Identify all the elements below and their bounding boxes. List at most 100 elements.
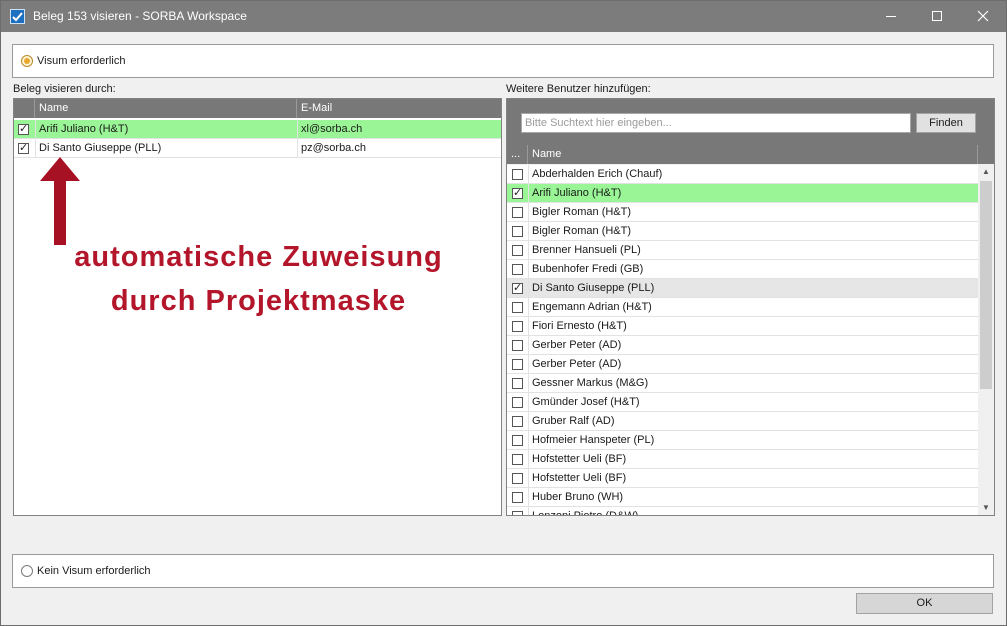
row-name: Abderhalden Erich (Chauf) [532, 168, 663, 180]
row-checkbox[interactable] [512, 473, 523, 484]
scroll-up-icon[interactable]: ▲ [982, 167, 990, 176]
row-name: Gruber Ralf (AD) [532, 415, 615, 427]
column-separator [528, 317, 529, 335]
row-name: Lonzoni Pietro (D&W) [532, 507, 638, 515]
header-email[interactable]: E-Mail [297, 99, 501, 118]
row-checkbox[interactable] [512, 302, 523, 313]
row-checkbox[interactable] [512, 359, 523, 370]
row-name: Fiori Ernesto (H&T) [532, 320, 627, 332]
row-name: Arifi Juliano (H&T) [532, 187, 622, 199]
header-select-column[interactable]: ... [507, 145, 528, 164]
title-bar[interactable]: Beleg 153 visieren - SORBA Workspace [1, 1, 1006, 32]
row-name: Hofmeier Hanspeter (PL) [532, 434, 655, 446]
close-icon[interactable] [960, 1, 1006, 32]
list-item[interactable]: Brenner Hansueli (PL) [507, 241, 978, 260]
row-checkbox[interactable] [512, 416, 523, 427]
list-item[interactable]: Lonzoni Pietro (D&W) [507, 507, 978, 515]
column-separator [528, 393, 529, 411]
right-heading: Weitere Benutzer hinzufügen: [506, 83, 651, 95]
list-item[interactable]: Gmünder Josef (H&T) [507, 393, 978, 412]
row-name: Di Santo Giuseppe (PLL) [532, 282, 655, 294]
annotation-arrow-icon [40, 157, 80, 245]
column-separator [528, 374, 529, 392]
list-item[interactable]: Bubenhofer Fredi (GB) [507, 260, 978, 279]
list-item[interactable]: Fiori Ernesto (H&T) [507, 317, 978, 336]
row-checkbox[interactable] [512, 321, 523, 332]
left-heading: Beleg visieren durch: [13, 83, 116, 95]
column-separator [297, 120, 298, 158]
kein-visum-label: Kein Visum erforderlich [37, 565, 151, 577]
list-item[interactable]: Gessner Markus (M&G) [507, 374, 978, 393]
list-item[interactable]: Bigler Roman (H&T) [507, 203, 978, 222]
column-separator [528, 260, 529, 278]
list-item[interactable]: Gruber Ralf (AD) [507, 412, 978, 431]
row-checkbox[interactable] [512, 264, 523, 275]
list-item[interactable]: Di Santo Giuseppe (PLL) [507, 279, 978, 298]
list-item[interactable]: Bigler Roman (H&T) [507, 222, 978, 241]
kein-visum-radio[interactable] [21, 565, 33, 577]
minimize-icon[interactable] [868, 1, 914, 32]
user-list: Abderhalden Erich (Chauf) Arifi Juliano (… [507, 165, 978, 515]
row-checkbox[interactable] [512, 454, 523, 465]
header-name[interactable]: Name [35, 99, 297, 118]
column-separator [528, 298, 529, 316]
column-separator [35, 120, 36, 158]
row-checkbox[interactable] [512, 378, 523, 389]
row-checkbox[interactable] [512, 207, 523, 218]
list-item[interactable]: Hofstetter Ueli (BF) [507, 450, 978, 469]
list-item[interactable]: Huber Bruno (WH) [507, 488, 978, 507]
ok-button[interactable]: OK [856, 593, 993, 614]
row-email: pz@sorba.ch [301, 142, 366, 154]
row-email: xl@sorba.ch [301, 123, 363, 135]
table-row[interactable]: Di Santo Giuseppe (PLL) pz@sorba.ch [14, 139, 501, 158]
column-separator [528, 507, 529, 515]
row-checkbox[interactable] [512, 492, 523, 503]
row-checkbox[interactable] [512, 397, 523, 408]
column-separator [528, 336, 529, 354]
column-separator [528, 450, 529, 468]
list-item[interactable]: Hofstetter Ueli (BF) [507, 469, 978, 488]
search-input[interactable]: Bitte Suchtext hier eingeben... [521, 113, 911, 133]
column-separator [528, 355, 529, 373]
row-checkbox[interactable] [512, 281, 523, 295]
row-name: Gessner Markus (M&G) [532, 377, 649, 389]
visum-radio[interactable] [21, 55, 33, 67]
visum-label: Visum erforderlich [37, 55, 126, 67]
find-button[interactable]: Finden [916, 113, 976, 133]
row-name: Bigler Roman (H&T) [532, 206, 632, 218]
list-item[interactable]: Gerber Peter (AD) [507, 355, 978, 374]
column-separator [528, 279, 529, 297]
list-item[interactable]: Arifi Juliano (H&T) [507, 184, 978, 203]
row-name: Gerber Peter (AD) [532, 358, 622, 370]
maximize-icon[interactable] [914, 1, 960, 32]
annotation-line-2: durch Projektmaske [110, 285, 407, 317]
row-checkbox[interactable] [512, 186, 523, 200]
list-item[interactable]: Hofmeier Hanspeter (PL) [507, 431, 978, 450]
row-checkbox[interactable] [512, 511, 523, 515]
scroll-down-icon[interactable]: ▼ [982, 503, 990, 512]
column-separator [528, 203, 529, 221]
list-item[interactable]: Gerber Peter (AD) [507, 336, 978, 355]
row-name: Bubenhofer Fredi (GB) [532, 263, 644, 275]
row-checkbox[interactable] [512, 245, 523, 256]
search-bar: Bitte Suchtext hier eingeben... Finden [507, 99, 994, 145]
column-separator [528, 241, 529, 259]
kein-visum-option-box[interactable]: Kein Visum erforderlich [12, 554, 994, 588]
row-checkbox[interactable] [18, 141, 29, 155]
row-name: Bigler Roman (H&T) [532, 225, 632, 237]
visum-option-box[interactable]: Visum erforderlich [12, 44, 994, 78]
scrollbar-thumb[interactable] [980, 181, 992, 389]
assigned-users-grid: Name E-Mail Arifi Juliano (H&T) xl@sorba… [13, 98, 502, 516]
row-checkbox[interactable] [512, 169, 523, 180]
column-separator [528, 488, 529, 506]
vertical-scrollbar[interactable]: ▲ ▼ [978, 165, 994, 515]
row-checkbox[interactable] [512, 435, 523, 446]
list-item[interactable]: Abderhalden Erich (Chauf) [507, 165, 978, 184]
table-row[interactable]: Arifi Juliano (H&T) xl@sorba.ch [14, 120, 501, 139]
row-name: Hofstetter Ueli (BF) [532, 472, 627, 484]
row-checkbox[interactable] [18, 122, 29, 136]
row-checkbox[interactable] [512, 340, 523, 351]
row-checkbox[interactable] [512, 226, 523, 237]
list-item[interactable]: Engemann Adrian (H&T) [507, 298, 978, 317]
header-name[interactable]: Name [528, 145, 978, 164]
